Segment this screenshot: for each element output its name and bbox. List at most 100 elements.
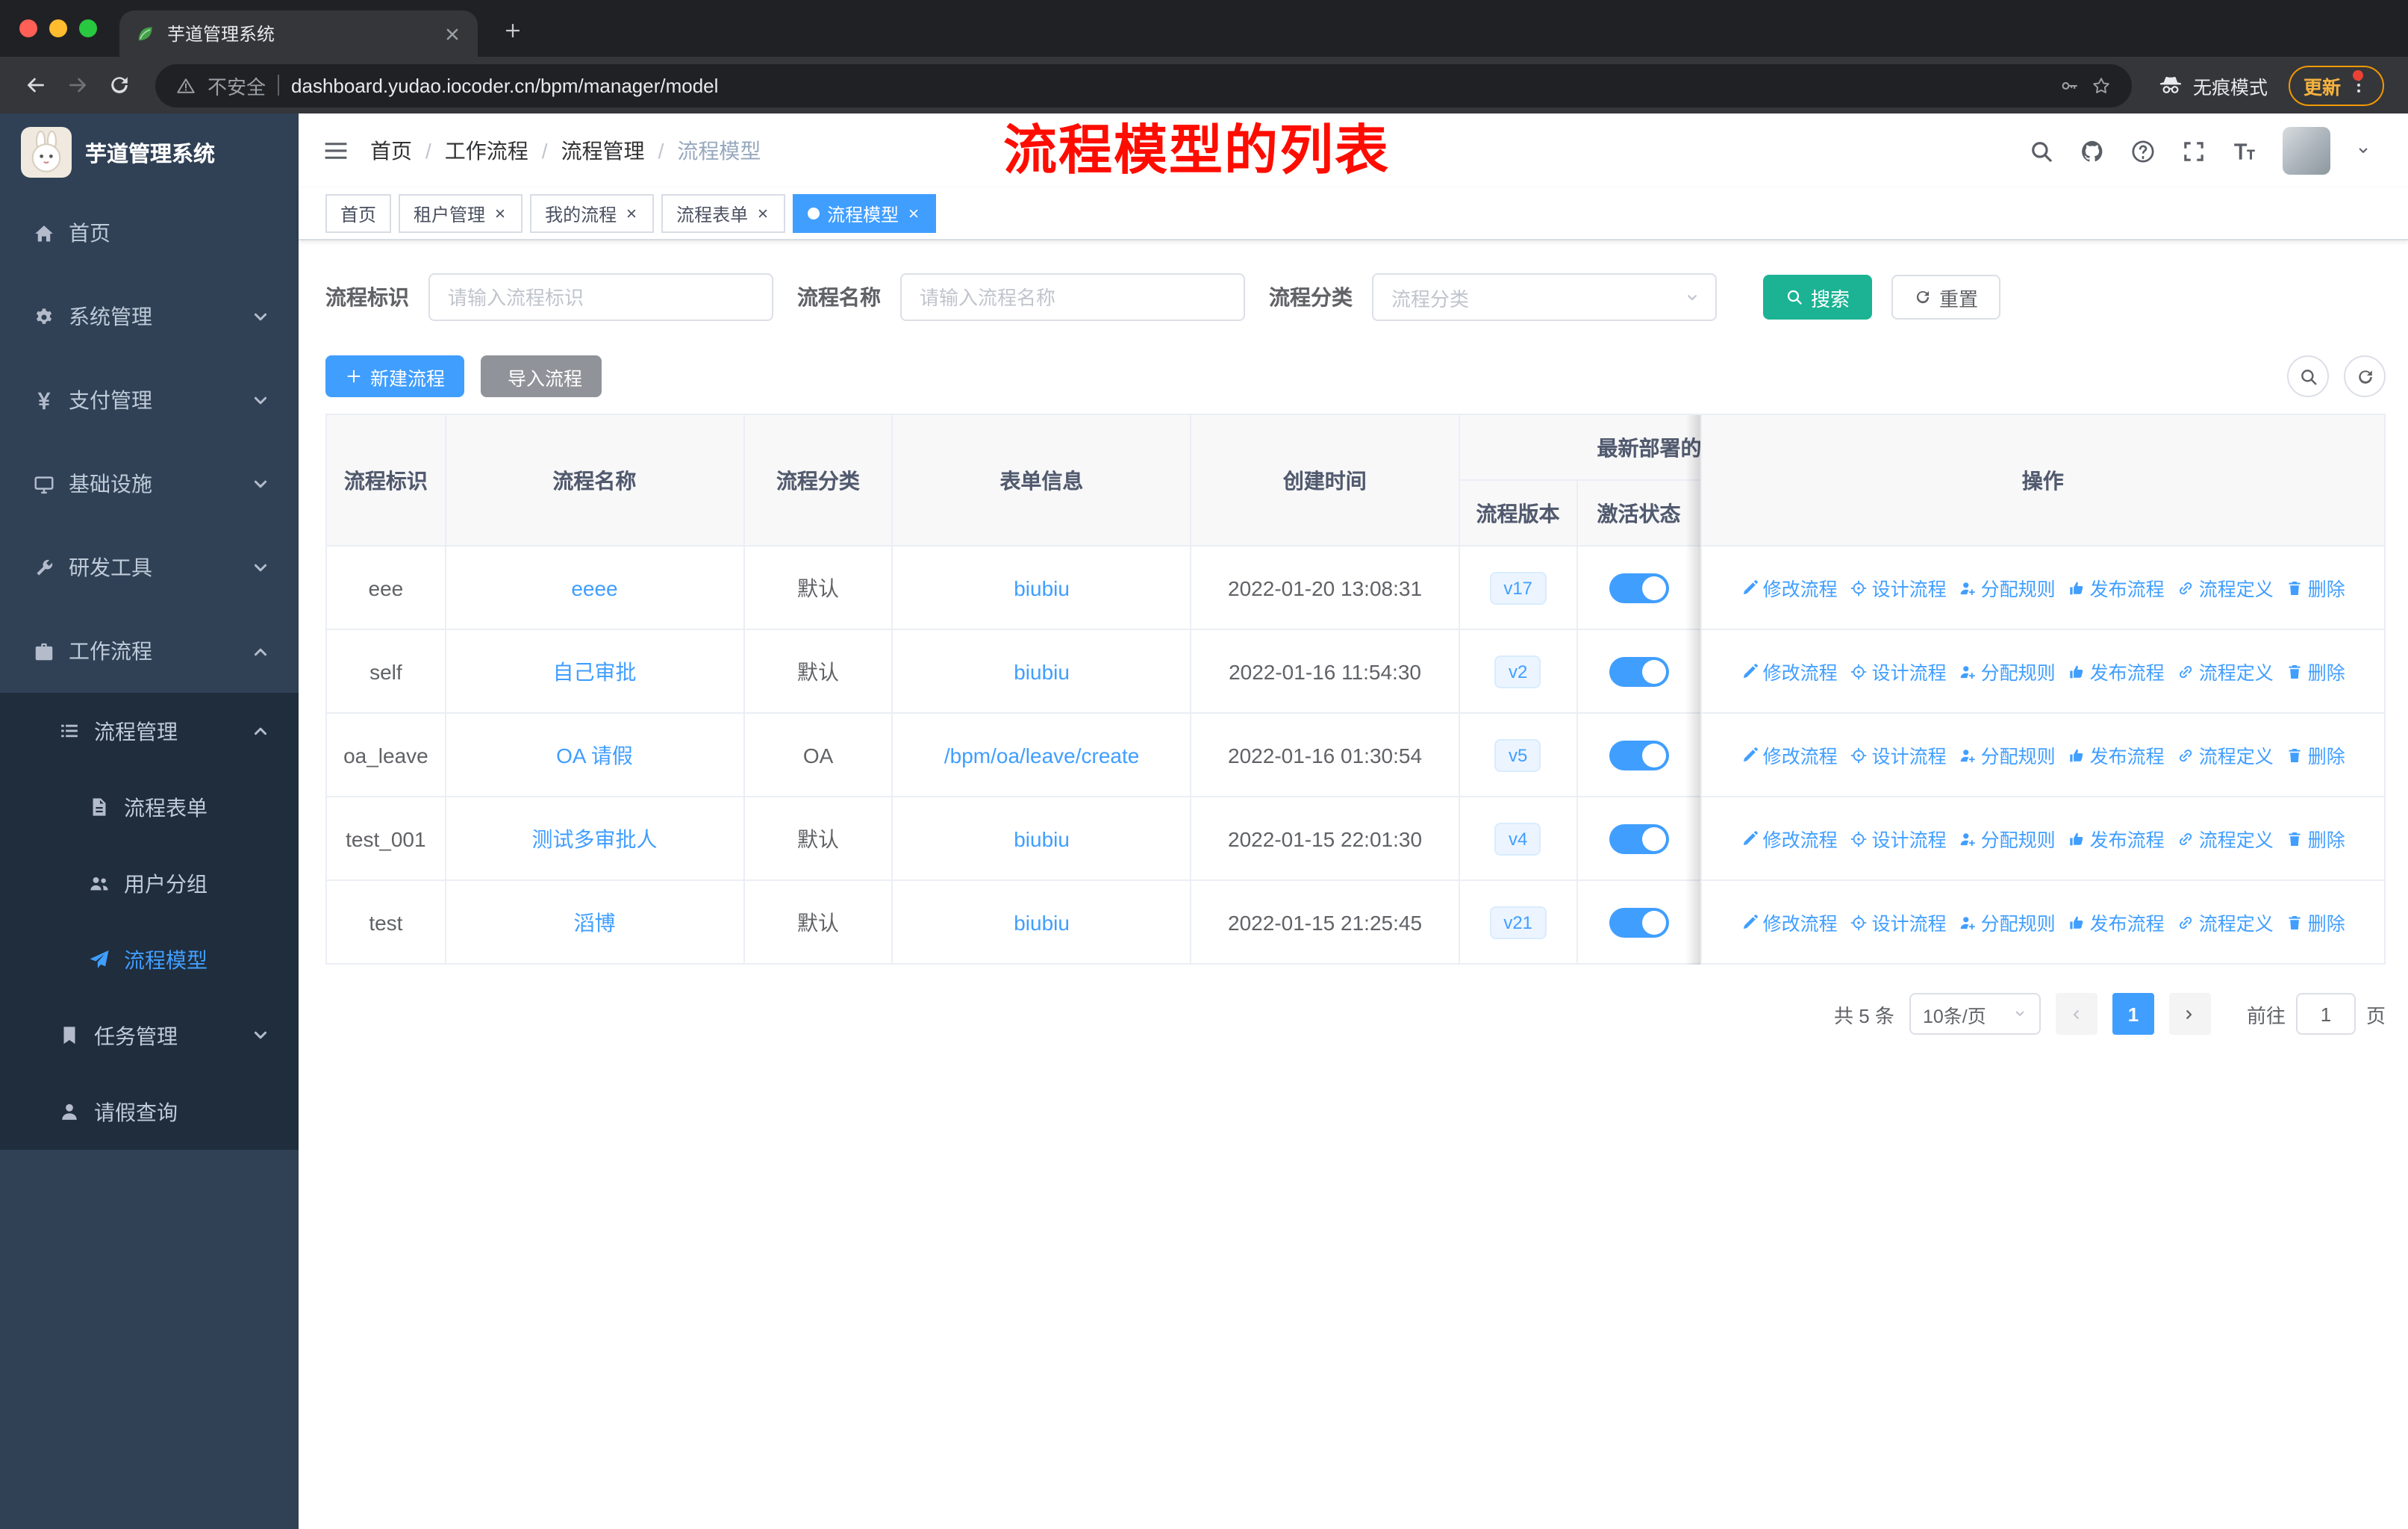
active-toggle[interactable] (1609, 656, 1669, 686)
chevron-down-icon[interactable] (2356, 143, 2371, 158)
action-publish-link[interactable]: 发布流程 (2068, 657, 2165, 685)
form-info-link[interactable]: biubiu (1014, 576, 1070, 600)
form-info-link[interactable]: biubiu (1014, 910, 1070, 934)
breadcrumb-item[interactable]: 流程管理 (561, 136, 645, 166)
sidebar-item-user-group[interactable]: 用户分组 (0, 845, 299, 921)
action-assign-rule-link[interactable]: 分配规则 (1959, 741, 2056, 769)
action-modify-link[interactable]: 修改流程 (1741, 824, 1838, 853)
sidebar-item-workflow[interactable]: 工作流程 (0, 609, 299, 693)
goto-page-input[interactable] (2295, 993, 2356, 1035)
app-logo-row[interactable]: 芋道管理系统 (0, 113, 299, 191)
browser-tab[interactable]: 芋道管理系统 (119, 10, 478, 57)
action-publish-link[interactable]: 发布流程 (2068, 741, 2165, 769)
sidebar-item-payment-mgmt[interactable]: 支付管理 (0, 358, 299, 442)
active-toggle[interactable] (1609, 823, 1669, 853)
reload-button[interactable] (99, 64, 140, 106)
action-publish-link[interactable]: 发布流程 (2068, 573, 2165, 602)
back-button[interactable] (15, 64, 57, 106)
window-minimize-button[interactable] (49, 19, 67, 37)
action-definition-link[interactable]: 流程定义 (2177, 741, 2274, 769)
tag-close-icon[interactable] (755, 206, 770, 221)
refresh-table-button[interactable] (2344, 355, 2386, 397)
sidebar-item-leave-query[interactable]: 请假查询 (0, 1074, 299, 1150)
tag-home[interactable]: 首页 (325, 194, 392, 233)
form-info-link[interactable]: biubiu (1014, 659, 1070, 683)
process-name-link[interactable]: OA 请假 (556, 740, 633, 770)
process-name-link[interactable]: 滔博 (573, 907, 615, 937)
process-name-link[interactable]: 测试多审批人 (531, 823, 657, 853)
browser-update-button[interactable]: 更新 (2288, 65, 2384, 105)
hamburger-icon[interactable] (299, 137, 370, 164)
forward-button[interactable] (57, 64, 99, 106)
tag-close-icon[interactable] (493, 206, 508, 221)
action-delete-link[interactable]: 删除 (2286, 741, 2345, 769)
breadcrumb-item[interactable]: 首页 (370, 136, 412, 166)
search-icon[interactable] (2029, 138, 2054, 164)
action-modify-link[interactable]: 修改流程 (1741, 573, 1838, 602)
action-delete-link[interactable]: 删除 (2286, 573, 2345, 602)
import-process-button[interactable]: 导入流程 (481, 355, 602, 397)
action-design-link[interactable]: 设计流程 (1850, 908, 1947, 936)
action-design-link[interactable]: 设计流程 (1850, 573, 1947, 602)
sidebar-item-infrastructure[interactable]: 基础设施 (0, 442, 299, 526)
action-delete-link[interactable]: 删除 (2286, 908, 2345, 936)
action-delete-link[interactable]: 删除 (2286, 824, 2345, 853)
form-info-link[interactable]: /bpm/oa/leave/create (944, 743, 1140, 767)
tag-my-process[interactable]: 我的流程 (530, 194, 655, 233)
tag-tenant-mgmt[interactable]: 租户管理 (399, 194, 523, 233)
action-definition-link[interactable]: 流程定义 (2177, 908, 2274, 936)
tag-close-icon[interactable] (624, 206, 639, 221)
reset-button[interactable]: 重置 (1891, 275, 2001, 320)
page-number-1[interactable]: 1 (2112, 993, 2154, 1035)
action-delete-link[interactable]: 删除 (2286, 657, 2345, 685)
action-definition-link[interactable]: 流程定义 (2177, 657, 2274, 685)
search-button[interactable]: 搜索 (1763, 275, 1873, 320)
next-page-button[interactable] (2168, 993, 2211, 1035)
action-definition-link[interactable]: 流程定义 (2177, 824, 2274, 853)
process-category-select[interactable]: 流程分类 (1372, 273, 1717, 321)
action-modify-link[interactable]: 修改流程 (1741, 657, 1838, 685)
tab-close-icon[interactable] (442, 23, 463, 44)
action-design-link[interactable]: 设计流程 (1850, 824, 1947, 853)
sidebar-item-dev-tools[interactable]: 研发工具 (0, 526, 299, 609)
form-info-link[interactable]: biubiu (1014, 826, 1070, 850)
create-process-button[interactable]: 新建流程 (325, 355, 465, 397)
window-close-button[interactable] (19, 19, 37, 37)
window-zoom-button[interactable] (79, 19, 97, 37)
sidebar-item-process-mgmt[interactable]: 流程管理 (0, 693, 299, 769)
tag-close-icon[interactable] (906, 206, 921, 221)
action-assign-rule-link[interactable]: 分配规则 (1959, 573, 2056, 602)
process-name-link[interactable]: eeee (571, 576, 617, 600)
sidebar-item-process-model[interactable]: 流程模型 (0, 921, 299, 997)
active-toggle[interactable] (1609, 573, 1669, 602)
action-design-link[interactable]: 设计流程 (1850, 657, 1947, 685)
toggle-search-button[interactable] (2287, 355, 2329, 397)
avatar[interactable] (2283, 127, 2330, 175)
action-publish-link[interactable]: 发布流程 (2068, 824, 2165, 853)
tag-process-model[interactable]: 流程模型 (793, 194, 937, 233)
process-id-input[interactable] (428, 273, 773, 321)
fullscreen-icon[interactable] (2181, 138, 2206, 164)
sidebar-item-home[interactable]: 首页 (0, 191, 299, 275)
address-bar[interactable]: 不安全 dashboard.yudao.iocoder.cn/bpm/manag… (155, 63, 2132, 107)
question-icon[interactable] (2130, 138, 2156, 164)
process-name-link[interactable]: 自己审批 (552, 656, 636, 686)
new-tab-button[interactable] (493, 10, 531, 49)
action-modify-link[interactable]: 修改流程 (1741, 741, 1838, 769)
process-name-input[interactable] (900, 273, 1245, 321)
action-publish-link[interactable]: 发布流程 (2068, 908, 2165, 936)
page-size-select[interactable]: 10条/页 (1909, 993, 2041, 1035)
font-size-icon[interactable] (2232, 138, 2257, 164)
action-assign-rule-link[interactable]: 分配规则 (1959, 657, 2056, 685)
action-design-link[interactable]: 设计流程 (1850, 741, 1947, 769)
active-toggle[interactable] (1609, 740, 1669, 770)
active-toggle[interactable] (1609, 907, 1669, 937)
sidebar-item-process-form[interactable]: 流程表单 (0, 769, 299, 845)
action-definition-link[interactable]: 流程定义 (2177, 573, 2274, 602)
bookmark-star-icon[interactable] (2092, 75, 2111, 95)
sidebar-item-task-mgmt[interactable]: 任务管理 (0, 997, 299, 1074)
github-icon[interactable] (2080, 138, 2105, 164)
sidebar-item-system-mgmt[interactable]: 系统管理 (0, 275, 299, 358)
action-assign-rule-link[interactable]: 分配规则 (1959, 908, 2056, 936)
action-assign-rule-link[interactable]: 分配规则 (1959, 824, 2056, 853)
